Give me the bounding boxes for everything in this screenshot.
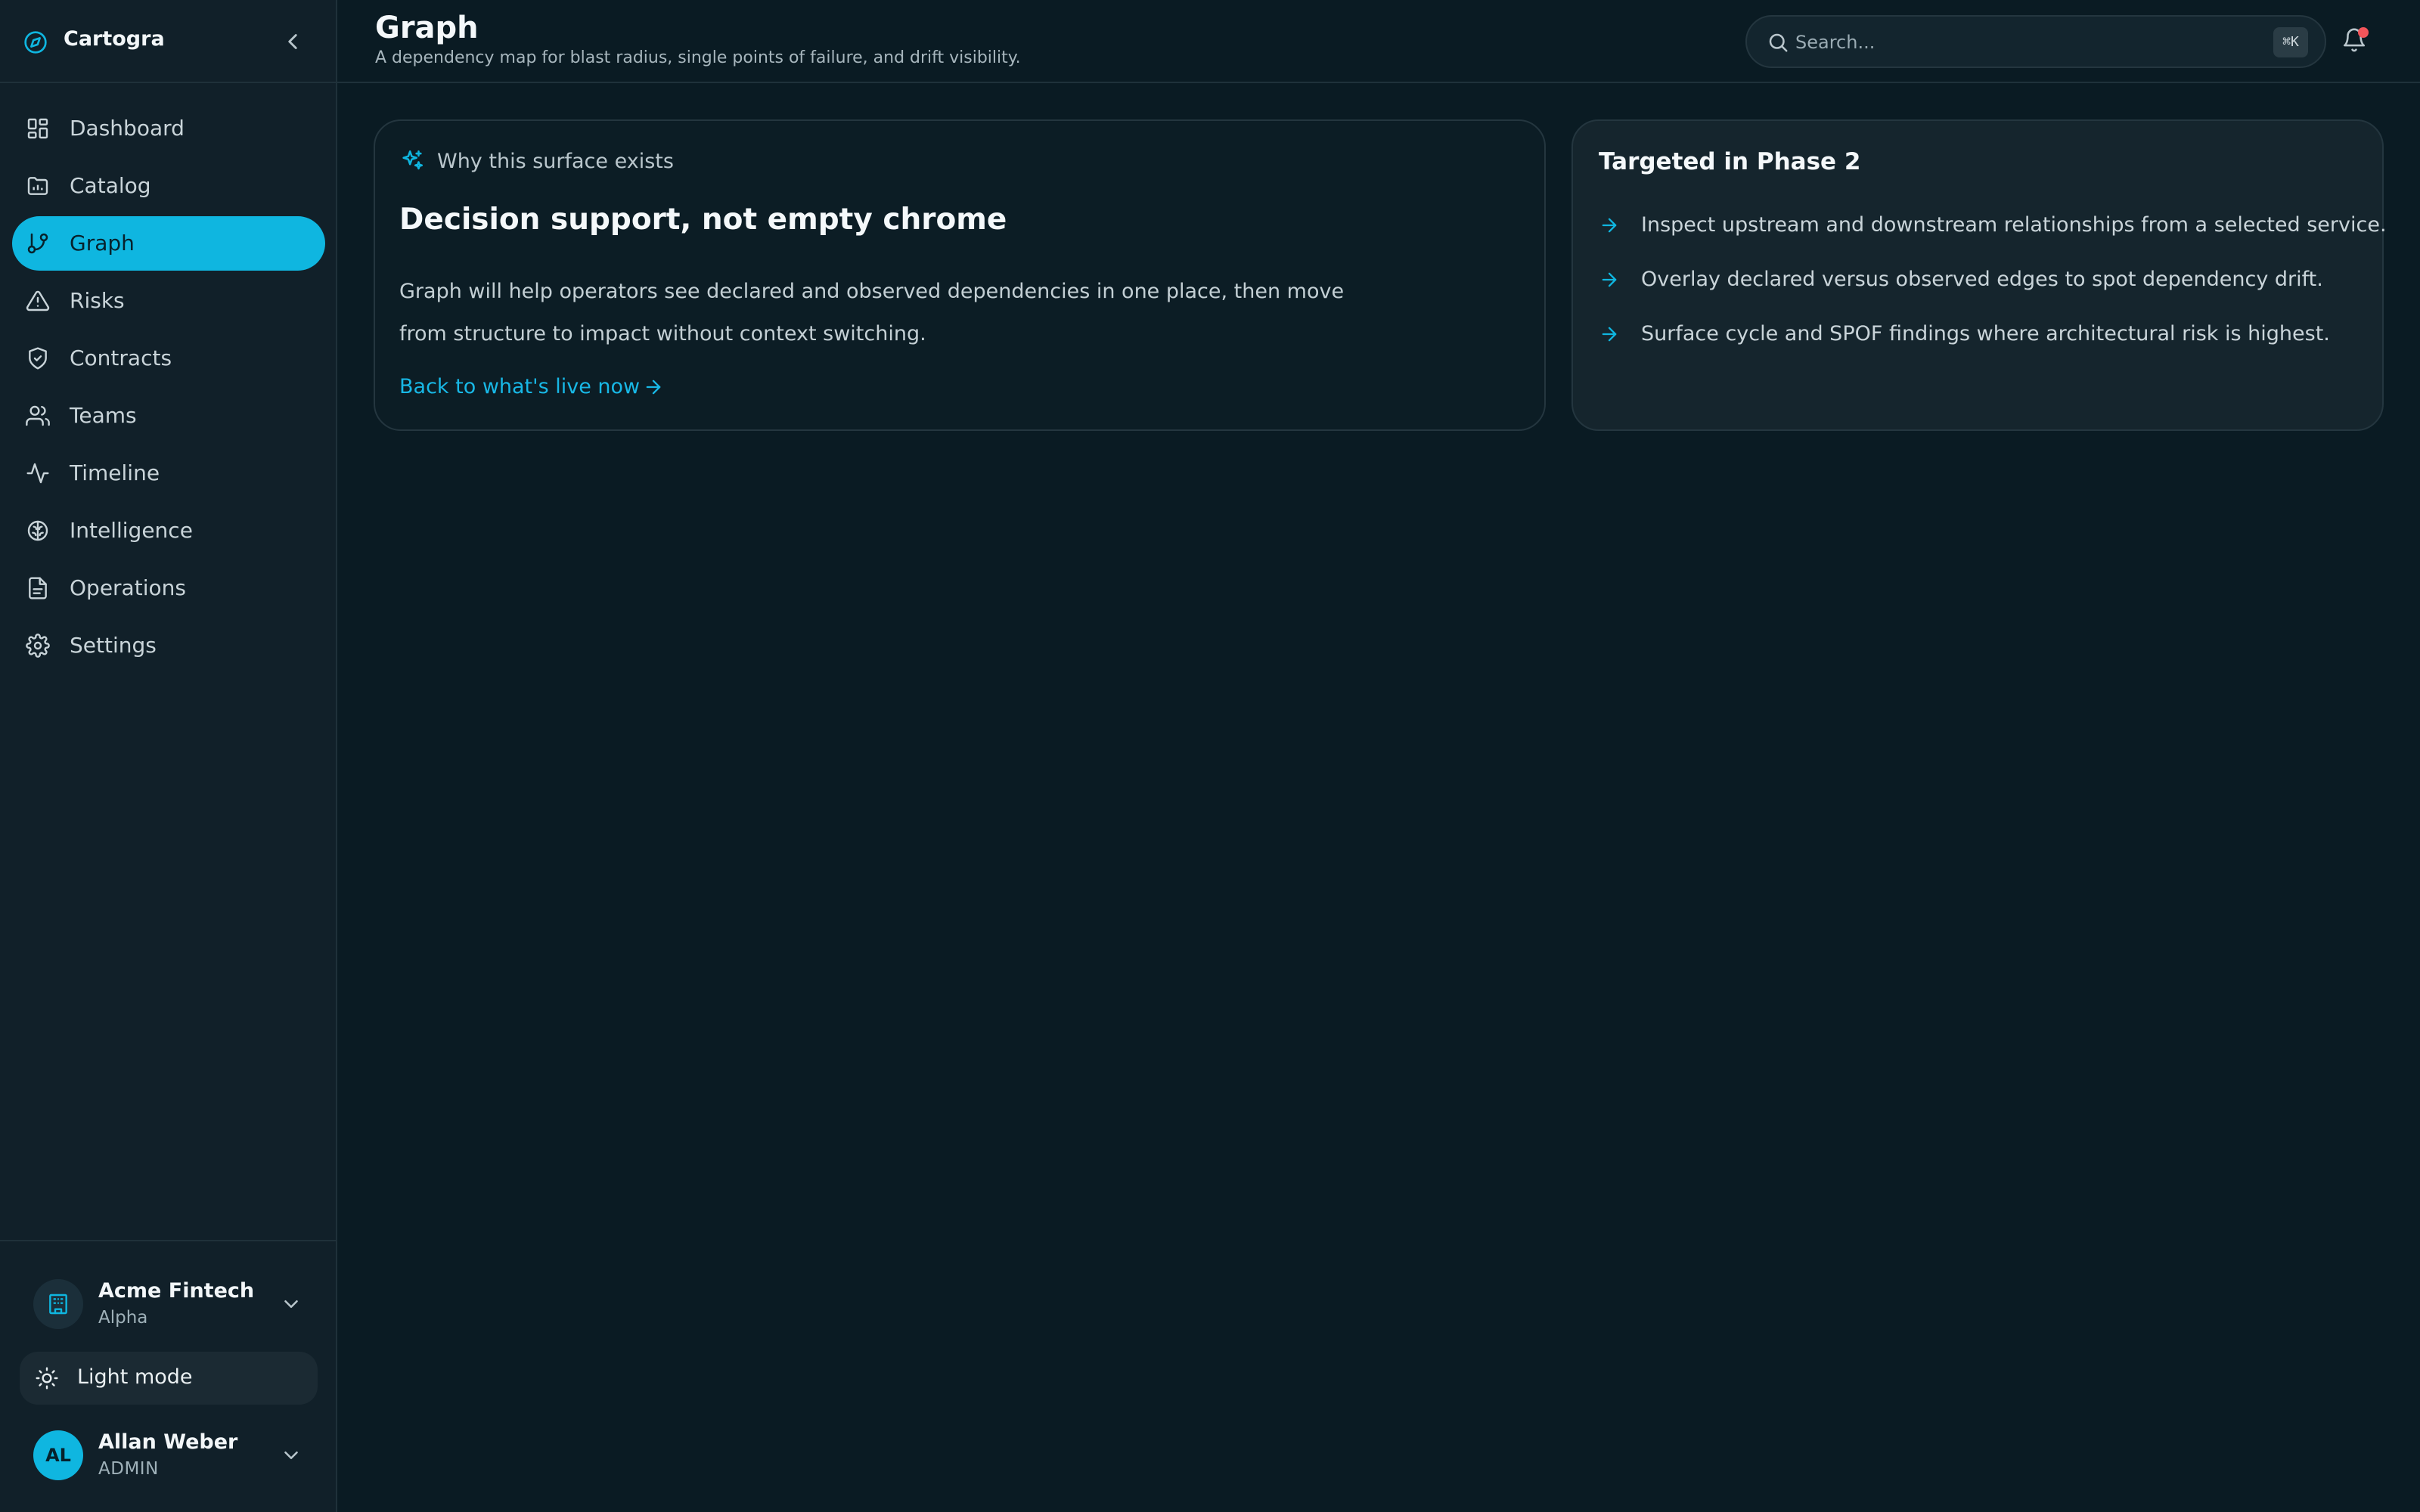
- card-description: Graph will help operators see declared a…: [399, 280, 1345, 345]
- notification-badge: [2358, 27, 2369, 38]
- folder-icon: [26, 174, 50, 198]
- sun-icon: [35, 1366, 59, 1390]
- document-icon: [26, 576, 50, 600]
- sidebar-item-catalog[interactable]: Catalog: [12, 159, 325, 213]
- org-name: Acme Fintech: [98, 1279, 255, 1303]
- user-name: Allan Weber: [98, 1430, 238, 1454]
- chevron-down-icon: [280, 1444, 302, 1467]
- page-subtitle: A dependency map for blast radius, singl…: [375, 48, 1021, 67]
- sidebar-item-label: Timeline: [70, 460, 160, 485]
- org-switcher[interactable]: Acme Fintech Alpha: [33, 1276, 313, 1332]
- card-eyebrow: Why this surface exists: [437, 150, 674, 173]
- list-item: Surface cycle and SPOF findings where ar…: [1599, 319, 2370, 373]
- warning-triangle-icon: [26, 289, 50, 313]
- phase-item-text: Overlay declared versus observed edges t…: [1641, 268, 2323, 291]
- sidebar-item-contracts[interactable]: Contracts: [12, 331, 325, 386]
- sidebar-item-teams[interactable]: Teams: [12, 389, 325, 443]
- sidebar-item-label: Teams: [70, 403, 137, 428]
- phase-item-text: Surface cycle and SPOF findings where ar…: [1641, 322, 2330, 345]
- sidebar-item-label: Settings: [70, 633, 157, 658]
- chevron-down-icon: [280, 1293, 302, 1315]
- phase-title: Targeted in Phase 2: [1599, 148, 1861, 175]
- git-branch-icon: [26, 231, 50, 256]
- search-input[interactable]: [1795, 27, 2219, 57]
- org-plan: Alpha: [98, 1308, 148, 1328]
- sidebar-item-label: Operations: [70, 575, 186, 600]
- sidebar-item-label: Dashboard: [70, 116, 185, 141]
- search-icon: [1767, 31, 1789, 54]
- user-role: ADMIN: [98, 1459, 159, 1479]
- arrow-right-icon: [1599, 324, 1620, 345]
- sidebar: Cartogra Dashboard Catalog Graph Risks C…: [0, 0, 337, 1512]
- chevron-left-icon[interactable]: [280, 29, 306, 54]
- users-icon: [26, 404, 50, 428]
- notifications-button[interactable]: [2341, 27, 2370, 56]
- sidebar-item-intelligence[interactable]: Intelligence: [12, 503, 325, 558]
- page-title: Graph: [375, 11, 479, 45]
- brain-icon: [26, 519, 50, 543]
- surface-rationale-card: Why this surface exists Decision support…: [374, 119, 1546, 431]
- dashboard-icon: [26, 116, 50, 141]
- sidebar-footer: Acme Fintech Alpha Light mode AL Allan W…: [0, 1240, 336, 1512]
- sidebar-item-label: Graph: [70, 231, 135, 256]
- phase-item-text: Inspect upstream and downstream relation…: [1641, 213, 2387, 237]
- compass-icon: [23, 30, 48, 54]
- shield-check-icon: [26, 346, 50, 370]
- brand-name: Cartogra: [64, 27, 165, 51]
- sparkles-icon: [399, 148, 425, 174]
- theme-toggle-label: Light mode: [77, 1365, 193, 1389]
- sidebar-item-risks[interactable]: Risks: [12, 274, 325, 328]
- arrow-right-icon: [1599, 215, 1620, 236]
- sidebar-item-label: Catalog: [70, 173, 151, 198]
- arrow-right-icon[interactable]: [643, 376, 664, 398]
- search-box[interactable]: ⌘K: [1745, 15, 2326, 68]
- sidebar-item-label: Contracts: [70, 345, 172, 370]
- sidebar-item-timeline[interactable]: Timeline: [12, 446, 325, 500]
- list-item: Inspect upstream and downstream relation…: [1599, 210, 2387, 265]
- sidebar-nav: Dashboard Catalog Graph Risks Contracts: [12, 101, 325, 676]
- phase-list: Inspect upstream and downstream relation…: [1599, 210, 2387, 373]
- building-icon: [33, 1279, 83, 1329]
- avatar: AL: [33, 1430, 83, 1480]
- card-heading: Decision support, not empty chrome: [399, 203, 1007, 237]
- user-menu[interactable]: AL Allan Weber ADMIN: [33, 1427, 313, 1483]
- theme-toggle-button[interactable]: Light mode: [20, 1352, 318, 1405]
- sidebar-item-settings[interactable]: Settings: [12, 618, 325, 673]
- brand-header: Cartogra: [0, 0, 336, 83]
- list-item: Overlay declared versus observed edges t…: [1599, 265, 2370, 319]
- arrow-right-icon: [1599, 269, 1620, 290]
- top-header: Graph A dependency map for blast radius,…: [337, 0, 2420, 83]
- activity-icon: [26, 461, 50, 485]
- phase-2-card: Targeted in Phase 2 Inspect upstream and…: [1571, 119, 2387, 431]
- sidebar-item-operations[interactable]: Operations: [12, 561, 325, 615]
- gear-icon: [26, 634, 50, 658]
- sidebar-item-graph[interactable]: Graph: [12, 216, 325, 271]
- sidebar-item-label: Intelligence: [70, 518, 193, 543]
- search-shortcut: ⌘K: [2273, 27, 2308, 57]
- sidebar-item-dashboard[interactable]: Dashboard: [12, 101, 325, 156]
- back-to-live-link[interactable]: Back to what's live now: [399, 375, 640, 398]
- sidebar-item-label: Risks: [70, 288, 125, 313]
